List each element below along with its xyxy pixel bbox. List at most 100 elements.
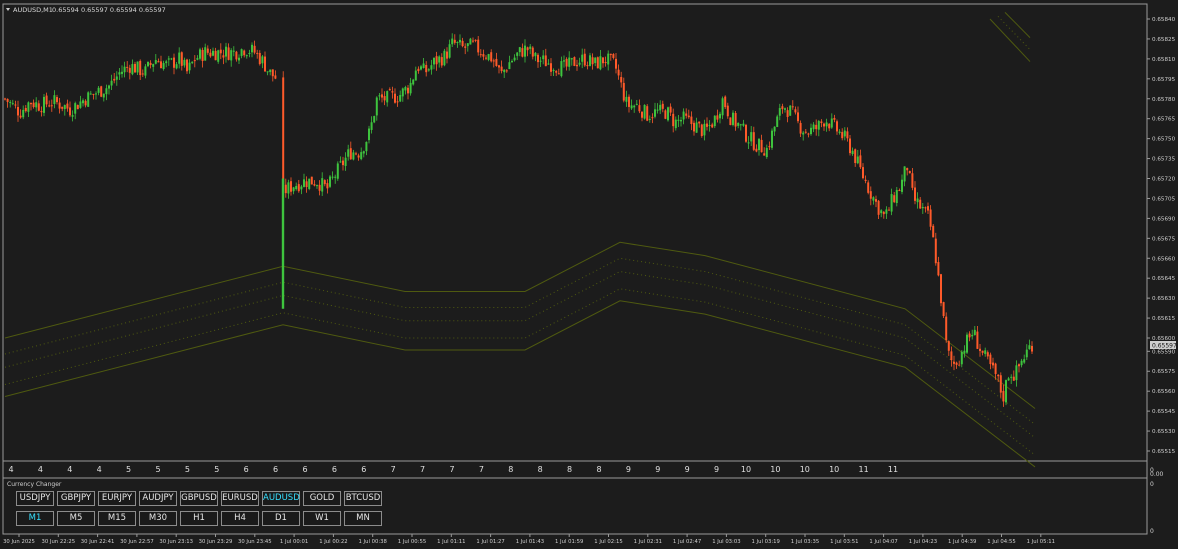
candle-body bbox=[373, 116, 376, 123]
candle-body bbox=[466, 43, 469, 47]
price-chart[interactable]: 0.65840 0.65825 0.65810 0.65795 0.65780 0.657… bbox=[0, 0, 1178, 549]
candle-body bbox=[274, 75, 277, 79]
candle-body bbox=[297, 184, 300, 192]
symbol-button-gbpjpy[interactable]: GBPJPY bbox=[57, 491, 95, 506]
candle-body bbox=[609, 53, 612, 56]
candle-body bbox=[932, 225, 935, 238]
candle-body bbox=[453, 39, 456, 43]
candle-body bbox=[412, 79, 415, 85]
price-tick-label: 0.65615 bbox=[1152, 316, 1176, 322]
candle-body bbox=[841, 132, 844, 139]
candle-body bbox=[708, 125, 711, 127]
candle-body bbox=[856, 156, 859, 164]
candle-body bbox=[264, 56, 266, 72]
candle-body bbox=[615, 58, 617, 69]
symbol-button-audjpy[interactable]: AUDJPY bbox=[139, 491, 177, 506]
symbol-button-eurjpy[interactable]: EURJPY bbox=[98, 491, 136, 506]
day-tick-label: 7 bbox=[420, 465, 425, 474]
candle-body bbox=[66, 103, 69, 109]
time-tick-label: 1 Jul 02:31 bbox=[634, 539, 662, 545]
candle-body bbox=[641, 111, 643, 118]
candle-body bbox=[862, 167, 864, 179]
candle-body bbox=[760, 139, 763, 153]
day-axis-band bbox=[2, 460, 1148, 479]
timeframe-button-h1[interactable]: H1 bbox=[180, 511, 218, 526]
price-tick-label: 0.65705 bbox=[1152, 196, 1176, 202]
spike-candle bbox=[281, 178, 285, 309]
candle-body bbox=[399, 95, 402, 102]
timeframe-button-m5[interactable]: M5 bbox=[57, 511, 95, 526]
candle-body bbox=[128, 67, 131, 73]
symbol-button-usdjpy[interactable]: USDJPY bbox=[16, 491, 54, 506]
candle-body bbox=[4, 98, 6, 100]
candle-body bbox=[295, 186, 298, 190]
day-tick-label: 7 bbox=[449, 465, 454, 474]
candle-body bbox=[498, 65, 500, 68]
time-tick-label: 1 Jul 00:55 bbox=[398, 539, 426, 545]
candle-body bbox=[625, 96, 628, 102]
candle-body bbox=[537, 54, 539, 63]
candle-body bbox=[404, 87, 407, 91]
price-tick-label: 0.65675 bbox=[1152, 236, 1176, 242]
timeframe-button-m30[interactable]: M30 bbox=[139, 511, 177, 526]
candle-body bbox=[1018, 364, 1020, 367]
dropdown-arrow-icon[interactable] bbox=[6, 8, 10, 11]
candle-body bbox=[690, 116, 693, 125]
candle-body bbox=[141, 73, 144, 75]
symbol-button-audusd[interactable]: AUDUSD bbox=[262, 491, 300, 506]
candle-body bbox=[877, 200, 880, 215]
candle-body bbox=[677, 119, 680, 121]
candle-body bbox=[1002, 390, 1005, 402]
candle-body bbox=[973, 329, 976, 336]
symbol-button-gold[interactable]: GOLD bbox=[303, 491, 341, 506]
time-axis: 30 Jun 2025 30 Jun 22:25 30 Jun 22:41 30 Ju… bbox=[3, 534, 1055, 545]
time-tick-label: 1 Jul 01:43 bbox=[516, 539, 544, 545]
timeframe-button-m15[interactable]: M15 bbox=[98, 511, 136, 526]
candle-body bbox=[479, 54, 482, 56]
candle-body bbox=[716, 115, 719, 120]
candle-body bbox=[513, 57, 516, 61]
candle-body bbox=[27, 102, 30, 112]
candle-body bbox=[74, 103, 77, 114]
symbol-button-btcusd[interactable]: BTCUSD bbox=[344, 491, 382, 506]
candle-body bbox=[529, 46, 532, 49]
timeframe-button-mn[interactable]: MN bbox=[344, 511, 382, 526]
candle-body bbox=[825, 122, 828, 127]
candle-body bbox=[747, 142, 750, 144]
candle-body bbox=[838, 131, 841, 133]
candle-body bbox=[534, 52, 537, 57]
candle-body bbox=[334, 176, 337, 178]
candle-body bbox=[326, 183, 329, 189]
candle-body bbox=[791, 106, 794, 108]
candle-body bbox=[797, 112, 799, 122]
day-tick-label: 11 bbox=[888, 465, 898, 474]
timeframe-button-w1[interactable]: W1 bbox=[303, 511, 341, 526]
candle-body bbox=[604, 61, 607, 63]
price-tick-label: 0.65545 bbox=[1152, 409, 1176, 415]
candle-body bbox=[851, 150, 854, 155]
candle-body bbox=[287, 182, 290, 194]
candle-body bbox=[773, 126, 776, 132]
timeframe-button-h4[interactable]: H4 bbox=[221, 511, 259, 526]
candle-body bbox=[804, 131, 807, 133]
candle-body bbox=[505, 70, 508, 72]
candle-body bbox=[357, 155, 360, 158]
candle-body bbox=[524, 45, 526, 57]
time-tick-label: 1 Jul 00:22 bbox=[319, 539, 347, 545]
timeframe-button-m1[interactable]: M1 bbox=[16, 511, 54, 526]
candle-body bbox=[352, 152, 355, 160]
candle-body bbox=[742, 123, 745, 126]
time-tick-label: 1 Jul 04:55 bbox=[987, 539, 1015, 545]
price-tick-label: 0.65780 bbox=[1152, 97, 1176, 103]
candle-body bbox=[680, 119, 682, 122]
candle-body bbox=[955, 362, 958, 365]
symbol-button-eurusd[interactable]: EURUSD bbox=[221, 491, 259, 506]
candle-body bbox=[19, 115, 22, 118]
candle-body bbox=[937, 262, 940, 276]
symbol-button-gbpusd[interactable]: GBPUSD bbox=[180, 491, 218, 506]
candle-body bbox=[966, 334, 968, 353]
timeframe-button-d1[interactable]: D1 bbox=[262, 511, 300, 526]
time-tick-label: 1 Jul 03:51 bbox=[830, 539, 858, 545]
candle-body bbox=[84, 100, 87, 106]
candle-body bbox=[828, 123, 831, 129]
